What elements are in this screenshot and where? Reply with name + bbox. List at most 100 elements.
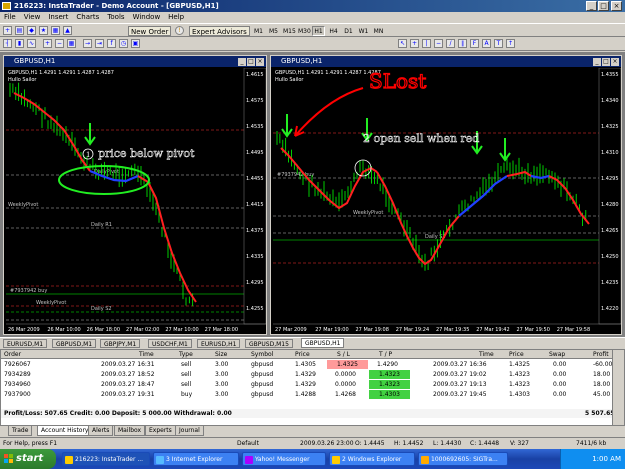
col-sl[interactable]: S / L bbox=[337, 350, 350, 359]
new-order-button[interactable]: New Order bbox=[128, 26, 172, 36]
col-close-price[interactable]: Price bbox=[509, 350, 524, 359]
menu-window[interactable]: Window bbox=[129, 13, 165, 21]
close-button[interactable]: × bbox=[611, 1, 622, 11]
timeframe-h1[interactable]: H1 bbox=[312, 26, 325, 36]
timeframe-d1[interactable]: D1 bbox=[342, 26, 355, 36]
chart-maximize-button[interactable]: □ bbox=[247, 58, 255, 66]
timeframe-m1[interactable]: M1 bbox=[252, 26, 265, 36]
chart-shift-icon[interactable]: ⇥ bbox=[95, 39, 104, 48]
taskbar-item-yahoo[interactable]: Yahoo! Messenger bbox=[242, 452, 326, 466]
tab-experts[interactable]: Experts bbox=[145, 426, 176, 436]
menu-help[interactable]: Help bbox=[164, 13, 188, 21]
strategy-tester-icon[interactable]: ▲ bbox=[63, 26, 72, 35]
tab-alerts[interactable]: Alerts bbox=[88, 426, 114, 436]
taskbar-item-ie[interactable]: 3 Internet Explorer bbox=[153, 452, 239, 466]
timeframe-mn[interactable]: MN bbox=[372, 26, 385, 36]
price-chart-right[interactable]: GBPUSD,H1 1.4291 1.4291 1.4287 1.4287 Hu… bbox=[273, 68, 621, 334]
col-order[interactable]: Order bbox=[4, 350, 21, 359]
tile-windows-icon[interactable]: ▦ bbox=[67, 39, 76, 48]
maximize-button[interactable]: □ bbox=[598, 1, 609, 11]
col-price[interactable]: Price bbox=[295, 350, 310, 359]
vertical-line-icon[interactable]: | bbox=[422, 39, 431, 48]
chart-tab[interactable]: EURUSD,M1 bbox=[3, 339, 48, 348]
chart-minimize-button[interactable]: _ bbox=[238, 58, 246, 66]
chart-window-left[interactable]: GBPUSD,H1 _ □ × GBPUSD,H1 1.4291 1.4291 1.… bbox=[3, 55, 267, 335]
templates-icon[interactable]: ▣ bbox=[131, 39, 140, 48]
table-row[interactable]: 7926067 2009.03.27 16:31 sell 3.00 gbpusd 1.4… bbox=[1, 360, 613, 369]
chart-tab[interactable]: GBPUSD,M15 bbox=[245, 339, 293, 348]
line-chart-icon[interactable]: ∿ bbox=[27, 39, 36, 48]
menu-tools[interactable]: Tools bbox=[103, 13, 128, 21]
timeframe-m5[interactable]: M5 bbox=[267, 26, 280, 36]
table-row[interactable]: 7934289 2009.03.27 18:52 sell 3.00 gbpusd 1.4… bbox=[1, 370, 613, 379]
cell-swap: 0.00 bbox=[553, 371, 567, 378]
chart-tab-active[interactable]: GBPUSD,H1 bbox=[301, 338, 345, 348]
bar-chart-icon[interactable]: ┤ bbox=[3, 39, 12, 48]
indicators-icon[interactable]: f bbox=[107, 39, 116, 48]
col-time[interactable]: Time bbox=[139, 350, 154, 359]
menu-view[interactable]: View bbox=[20, 13, 45, 21]
text-icon[interactable]: A bbox=[482, 39, 491, 48]
status-volume: V: 327 bbox=[510, 440, 529, 447]
channel-icon[interactable]: ∥ bbox=[458, 39, 467, 48]
tab-account-history[interactable]: Account History bbox=[37, 426, 93, 436]
chart-window-right[interactable]: GBPUSD,H1 _ □ × GBPUSD,H1 1.4291 1.4291 1.… bbox=[270, 55, 622, 335]
timeframe-m15[interactable]: M15 bbox=[282, 26, 296, 36]
horizontal-line-icon[interactable]: − bbox=[434, 39, 443, 48]
col-tp[interactable]: T / P bbox=[379, 350, 392, 359]
menu-insert[interactable]: Insert bbox=[44, 13, 72, 21]
taskbar-item-instatrader[interactable]: 216223: InstaTrader ... bbox=[62, 452, 150, 466]
col-swap[interactable]: Swap bbox=[549, 350, 565, 359]
trendline-icon[interactable]: / bbox=[446, 39, 455, 48]
table-row[interactable]: 7937900 2009.03.27 19:31 buy 3.00 gbpusd 1.42… bbox=[1, 390, 613, 399]
timeframe-h4[interactable]: H4 bbox=[327, 26, 340, 36]
minimize-button[interactable]: _ bbox=[586, 1, 597, 11]
zoom-out-icon[interactable]: − bbox=[55, 39, 64, 48]
fibonacci-icon[interactable]: F bbox=[470, 39, 479, 48]
col-close-time[interactable]: Time bbox=[479, 350, 494, 359]
tab-trade[interactable]: Trade bbox=[8, 426, 33, 436]
price-chart-left[interactable]: GBPUSD,H1 1.4291 1.4291 1.4287 1.4287 Hu… bbox=[6, 68, 266, 334]
zoom-in-icon[interactable]: + bbox=[43, 39, 52, 48]
taskbar-item-sigtrader[interactable]: 1000692605: SIGTra... bbox=[418, 452, 508, 466]
chart-tab[interactable]: GBPUSD,M1 bbox=[52, 339, 97, 348]
arrows-icon[interactable]: ↑ bbox=[506, 39, 515, 48]
navigator-icon[interactable]: ★ bbox=[39, 26, 48, 35]
weekly-pivot-label-left: WeeklyPivot bbox=[8, 202, 38, 208]
chart-tab[interactable]: GBPJPY,M1 bbox=[100, 339, 141, 348]
chart-maximize-button[interactable]: □ bbox=[602, 58, 610, 66]
profiles-icon[interactable]: ▤ bbox=[15, 26, 24, 35]
menu-charts[interactable]: Charts bbox=[72, 13, 103, 21]
expert-advisors-button[interactable]: Expert Advisors bbox=[189, 26, 250, 36]
chart-close-button[interactable]: × bbox=[256, 58, 264, 66]
col-size[interactable]: Size bbox=[215, 350, 227, 359]
chart-tab[interactable]: USDCHF,M1 bbox=[148, 339, 192, 348]
chart-close-button[interactable]: × bbox=[611, 58, 619, 66]
cursor-icon[interactable]: ↖ bbox=[398, 39, 407, 48]
cell-sl: 1.4325 bbox=[327, 360, 368, 369]
autoscroll-icon[interactable]: → bbox=[83, 39, 92, 48]
chart-tab[interactable]: EURUSD,H1 bbox=[197, 339, 241, 348]
new-chart-icon[interactable]: + bbox=[3, 26, 12, 35]
taskbar-item-explorer[interactable]: 2 Windows Explorer bbox=[329, 452, 415, 466]
col-symbol[interactable]: Symbol bbox=[251, 350, 273, 359]
chart-window-title[interactable]: GBPUSD,H1 bbox=[4, 56, 266, 67]
table-row[interactable]: 7934960 2009.03.27 18:47 sell 3.00 gbpusd 1.4… bbox=[1, 380, 613, 389]
tab-mailbox[interactable]: Mailbox bbox=[114, 426, 146, 436]
terminal-icon[interactable]: ▦ bbox=[51, 26, 60, 35]
metaeditor-icon[interactable]: ! bbox=[175, 26, 184, 35]
chart-minimize-button[interactable]: _ bbox=[593, 58, 601, 66]
timeframe-w1[interactable]: W1 bbox=[357, 26, 370, 36]
col-type[interactable]: Type bbox=[179, 350, 193, 359]
chart-window-title[interactable]: GBPUSD,H1 bbox=[271, 56, 621, 67]
candlestick-icon[interactable]: ▮ bbox=[15, 39, 24, 48]
crosshair-icon[interactable]: + bbox=[410, 39, 419, 48]
tab-journal[interactable]: Journal bbox=[175, 426, 204, 436]
col-profit[interactable]: Profit bbox=[593, 350, 609, 359]
market-watch-icon[interactable]: ◆ bbox=[27, 26, 36, 35]
time-tick-label: 27 Mar 19:58 bbox=[557, 327, 590, 333]
timeframe-m30[interactable]: M30 bbox=[297, 26, 311, 36]
periods-icon[interactable]: ◷ bbox=[119, 39, 128, 48]
menu-file[interactable]: File bbox=[0, 13, 20, 21]
label-icon[interactable]: T bbox=[494, 39, 503, 48]
